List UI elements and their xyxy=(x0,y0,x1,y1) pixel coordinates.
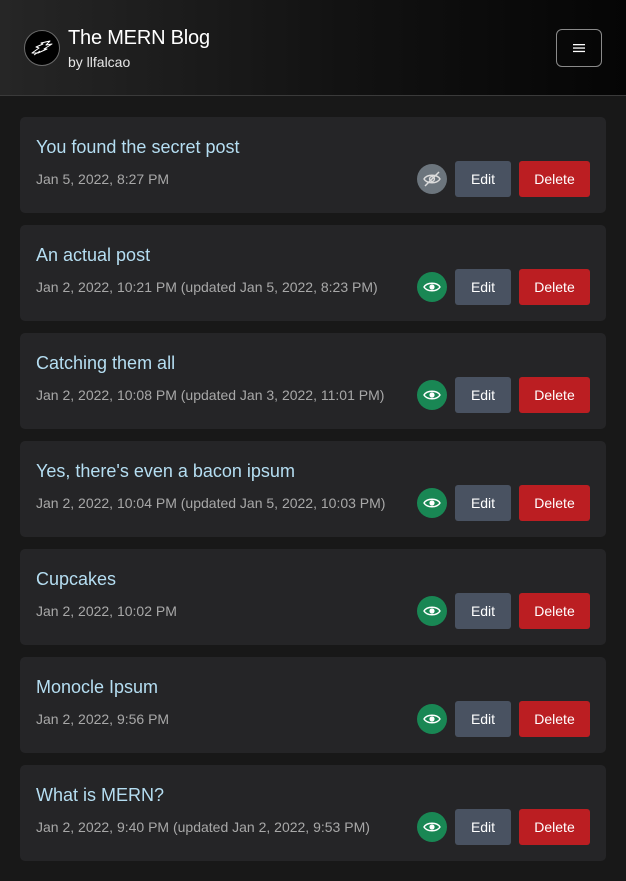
visibility-toggle-button[interactable] xyxy=(417,704,447,734)
visibility-toggle-button[interactable] xyxy=(417,272,447,302)
post-title-link[interactable]: Cupcakes xyxy=(36,568,116,590)
edit-button[interactable]: Edit xyxy=(455,593,511,629)
edit-button[interactable]: Edit xyxy=(455,701,511,737)
post-card: Cupcakes Jan 2, 2022, 10:02 PM Edit Delete xyxy=(20,549,606,645)
post-title-link[interactable]: What is MERN? xyxy=(36,784,164,806)
delete-button[interactable]: Delete xyxy=(519,377,590,413)
post-date: Jan 2, 2022, 9:56 PM xyxy=(36,711,170,727)
post-actions: Edit Delete xyxy=(417,269,590,305)
post-actions: Edit Delete xyxy=(417,161,590,197)
visibility-toggle-button[interactable] xyxy=(417,488,447,518)
eye-icon xyxy=(423,606,441,616)
post-card: What is MERN? Jan 2, 2022, 9:40 PM (updat… xyxy=(20,765,606,861)
post-date: Jan 5, 2022, 8:27 PM xyxy=(36,171,170,187)
post-card: Yes, there's even a bacon ipsum Jan 2, 20… xyxy=(20,441,606,537)
edit-button[interactable]: Edit xyxy=(455,161,511,197)
delete-button[interactable]: Delete xyxy=(519,269,590,305)
post-title-link[interactable]: Catching them all xyxy=(36,352,175,374)
post-list: You found the secret post Jan 5, 2022, 8:… xyxy=(20,117,606,873)
post-card: Monocle Ipsum Jan 2, 2022, 9:56 PM Edit Del… xyxy=(20,657,606,753)
post-card: An actual post Jan 2, 2022, 10:21 PM (upd… xyxy=(20,225,606,321)
post-date: Jan 2, 2022, 9:40 PM (updated Jan 2, 202… xyxy=(36,819,370,835)
post-actions: Edit Delete xyxy=(417,701,590,737)
delete-button[interactable]: Delete xyxy=(519,161,590,197)
post-actions: Edit Delete xyxy=(417,593,590,629)
bird-logo-icon[interactable] xyxy=(24,30,60,66)
post-date: Jan 2, 2022, 10:08 PM (updated Jan 3, 20… xyxy=(36,387,385,403)
edit-button[interactable]: Edit xyxy=(455,809,511,845)
hamburger-icon xyxy=(573,44,585,53)
edit-button[interactable]: Edit xyxy=(455,269,511,305)
eye-slash-icon xyxy=(423,171,441,187)
eye-icon xyxy=(423,390,441,400)
post-date: Jan 2, 2022, 10:04 PM (updated Jan 5, 20… xyxy=(36,495,386,511)
post-title-link[interactable]: You found the secret post xyxy=(36,136,239,158)
post-card: You found the secret post Jan 5, 2022, 8:… xyxy=(20,117,606,213)
eye-icon xyxy=(423,822,441,832)
post-title-link[interactable]: Monocle Ipsum xyxy=(36,676,158,698)
delete-button[interactable]: Delete xyxy=(519,593,590,629)
site-byline: by llfalcao xyxy=(68,54,131,70)
visibility-toggle-button[interactable] xyxy=(417,164,447,194)
delete-button[interactable]: Delete xyxy=(519,809,590,845)
visibility-toggle-button[interactable] xyxy=(417,380,447,410)
edit-button[interactable]: Edit xyxy=(455,377,511,413)
visibility-toggle-button[interactable] xyxy=(417,812,447,842)
post-actions: Edit Delete xyxy=(417,809,590,845)
delete-button[interactable]: Delete xyxy=(519,701,590,737)
visibility-toggle-button[interactable] xyxy=(417,596,447,626)
edit-button[interactable]: Edit xyxy=(455,485,511,521)
eye-icon xyxy=(423,282,441,292)
post-card: Catching them all Jan 2, 2022, 10:08 PM (… xyxy=(20,333,606,429)
delete-button[interactable]: Delete xyxy=(519,485,590,521)
post-title-link[interactable]: Yes, there's even a bacon ipsum xyxy=(36,460,295,482)
post-title-link[interactable]: An actual post xyxy=(36,244,150,266)
post-date: Jan 2, 2022, 10:02 PM xyxy=(36,603,177,619)
eye-icon xyxy=(423,498,441,508)
eye-icon xyxy=(423,714,441,724)
post-actions: Edit Delete xyxy=(417,485,590,521)
post-date: Jan 2, 2022, 10:21 PM (updated Jan 5, 20… xyxy=(36,279,378,295)
menu-toggle-button[interactable] xyxy=(556,29,602,67)
site-header: The MERN Blog by llfalcao xyxy=(0,0,626,96)
site-title[interactable]: The MERN Blog xyxy=(68,26,210,50)
post-actions: Edit Delete xyxy=(417,377,590,413)
